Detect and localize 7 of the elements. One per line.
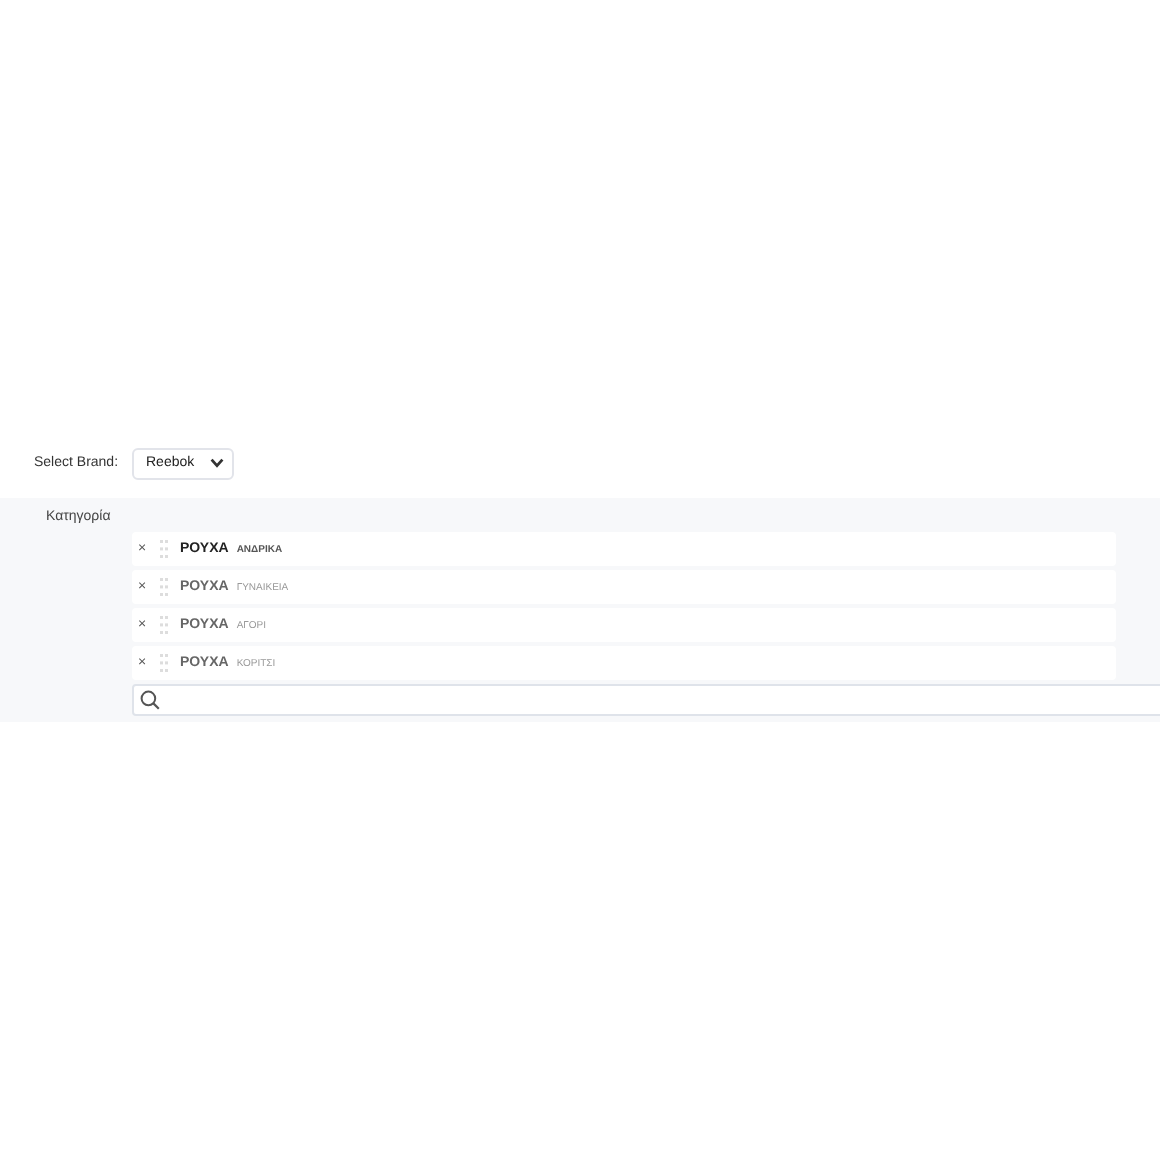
drag-handle-icon[interactable] [160,616,168,634]
chevron-icon [210,458,224,468]
drag-handle-icon[interactable] [160,578,168,596]
drag-handle-icon[interactable] [160,540,168,558]
drag-handle-icon[interactable] [160,654,168,672]
search-icon [140,690,160,710]
search-field[interactable] [132,684,1160,716]
